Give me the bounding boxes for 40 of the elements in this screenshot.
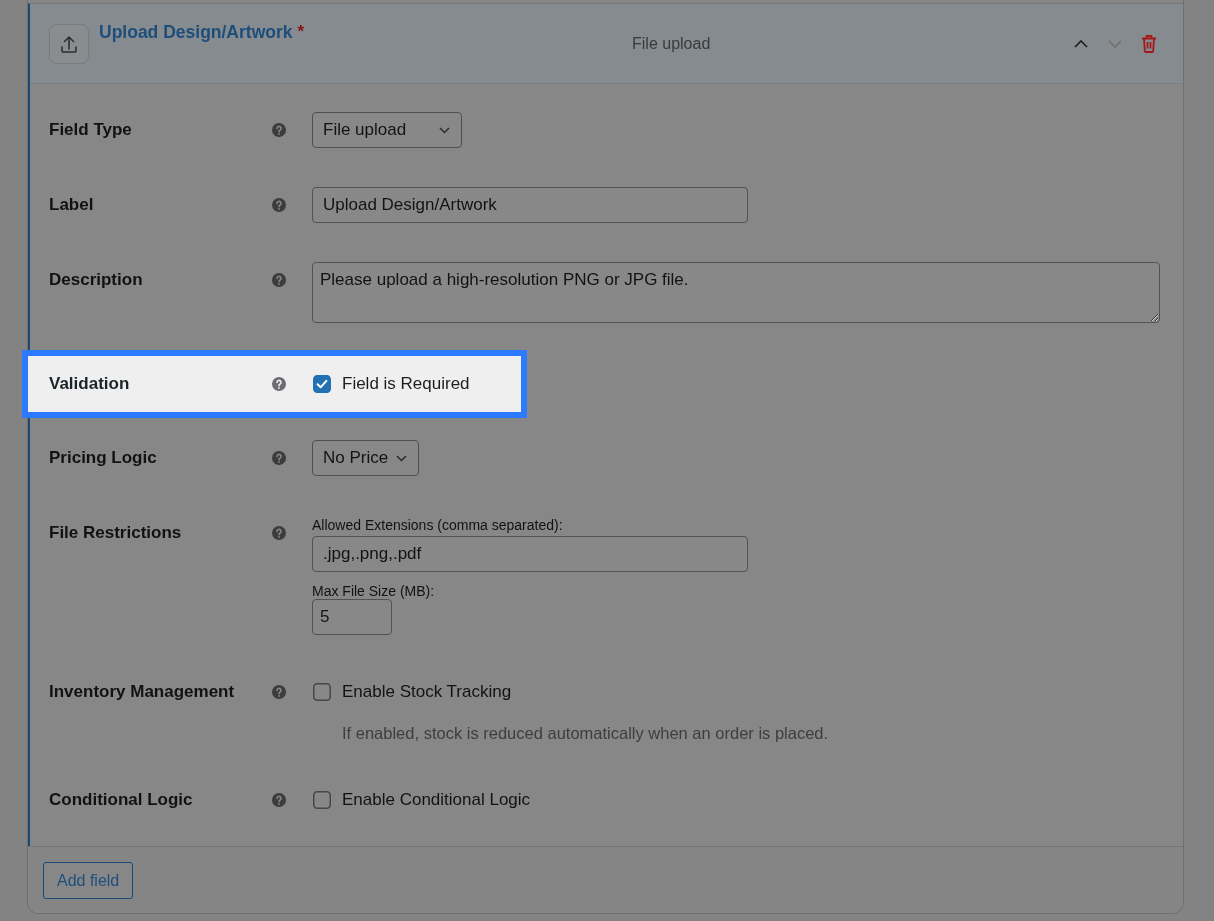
field-label: Label bbox=[49, 194, 95, 216]
help-icon[interactable] bbox=[272, 685, 286, 699]
field-label: Validation bbox=[49, 373, 131, 395]
required-mark: * bbox=[297, 22, 305, 42]
checkbox-label: Field is Required bbox=[342, 374, 470, 394]
upload-icon bbox=[49, 23, 89, 64]
field-label: Description bbox=[49, 269, 144, 291]
checkbox[interactable] bbox=[313, 375, 331, 393]
description-textarea[interactable]: Please upload a high-resolution PNG or JPG file. bbox=[312, 262, 1160, 323]
hint-text: If enabled, stock is reduced automatically when an order is placed. bbox=[342, 723, 829, 743]
help-icon[interactable] bbox=[272, 377, 286, 391]
trash-icon bbox=[1141, 34, 1157, 53]
text-input[interactable]: Upload Design/Artwork bbox=[312, 187, 748, 223]
caret-icon bbox=[439, 126, 450, 134]
field-label: Pricing Logic bbox=[49, 447, 158, 469]
field-label: File Restrictions bbox=[49, 522, 183, 544]
extensions-input[interactable]: .jpg,.png,.pdf bbox=[312, 536, 748, 572]
help-icon[interactable] bbox=[272, 273, 286, 287]
help-icon[interactable] bbox=[272, 198, 286, 212]
help-icon[interactable] bbox=[272, 451, 286, 465]
field-caption: Allowed Extensions (comma separated): bbox=[312, 517, 563, 533]
caret-icon bbox=[396, 454, 408, 462]
checkbox[interactable] bbox=[313, 791, 331, 809]
field-caption: Max File Size (MB): bbox=[312, 584, 435, 598]
dropdown[interactable]: No Price bbox=[312, 440, 420, 476]
dropdown[interactable]: File upload bbox=[312, 112, 462, 148]
help-icon[interactable] bbox=[272, 526, 286, 540]
chevron-down-icon bbox=[1108, 39, 1122, 48]
field-label: Inventory Management bbox=[49, 681, 236, 703]
field-label: Conditional Logic bbox=[49, 789, 194, 811]
checkbox-label: Enable Conditional Logic bbox=[342, 790, 531, 810]
field-label: Field Type bbox=[49, 119, 133, 141]
max-size-input[interactable]: 5 bbox=[312, 599, 392, 635]
field-type-label: File upload bbox=[632, 34, 711, 53]
help-icon[interactable] bbox=[272, 123, 286, 137]
checkbox[interactable] bbox=[313, 683, 331, 701]
chevron-up-icon bbox=[1074, 39, 1088, 48]
checkbox-label: Enable Stock Tracking bbox=[342, 682, 512, 702]
field-title: Upload Design/Artwork bbox=[99, 22, 293, 42]
help-icon[interactable] bbox=[272, 793, 286, 807]
